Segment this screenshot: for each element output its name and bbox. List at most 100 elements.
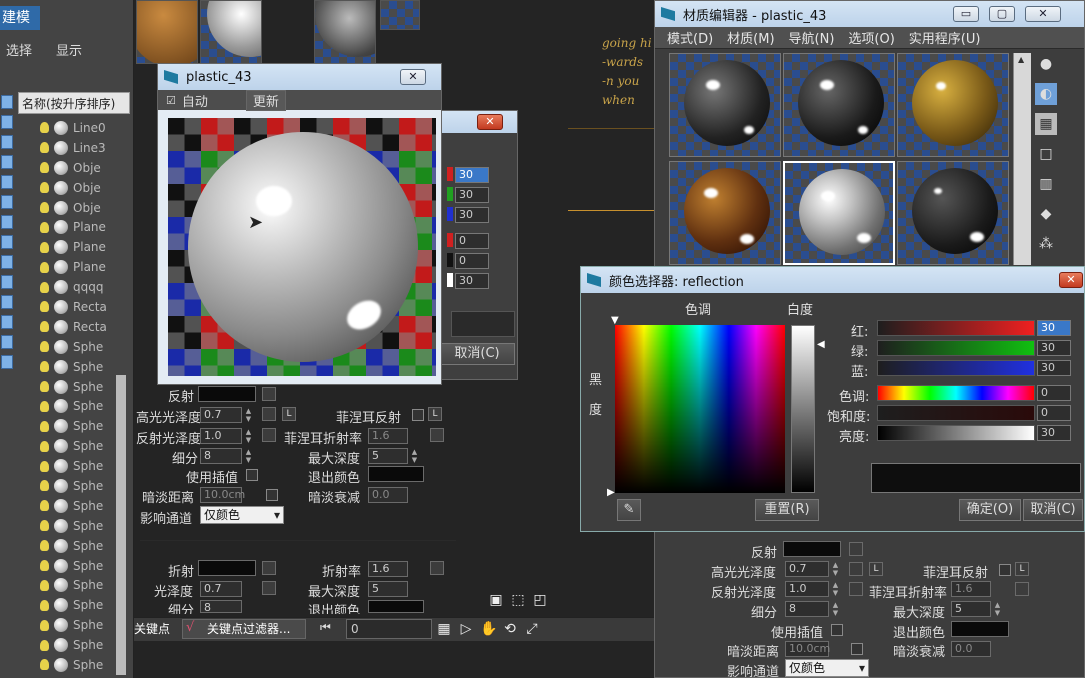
light-bulb-icon[interactable]: [40, 480, 49, 492]
scene-object-row[interactable]: Recta: [18, 317, 128, 337]
hue-field[interactable]: 0: [1037, 385, 1071, 401]
light-bulb-icon[interactable]: [40, 639, 49, 651]
dim-distance-field[interactable]: 10.0cm: [200, 487, 245, 503]
light-bulb-icon[interactable]: [40, 619, 49, 631]
spinner[interactable]: ▲ ▼: [244, 407, 253, 423]
use-interp-checkbox[interactable]: [246, 469, 258, 481]
scene-object-row[interactable]: Sphe: [18, 556, 128, 576]
zoom-extents-icon[interactable]: ▣: [488, 592, 504, 608]
close-button[interactable]: ✕: [1025, 6, 1061, 22]
make-preview-icon[interactable]: ◆: [1035, 203, 1057, 225]
menu-select[interactable]: 选择: [6, 40, 32, 59]
green-field[interactable]: 30: [1037, 340, 1071, 356]
scene-object-row[interactable]: Sphe: [18, 377, 128, 397]
subdivs-field[interactable]: 8: [785, 601, 829, 617]
sample-slot[interactable]: [783, 53, 895, 157]
filter-lights-icon[interactable]: [1, 135, 13, 149]
reflect-gloss-map-button[interactable]: [262, 428, 276, 442]
dim-distance-checkbox[interactable]: [266, 489, 278, 501]
scene-object-row[interactable]: Sphe: [18, 655, 128, 675]
scene-object-row[interactable]: Line0: [18, 118, 128, 138]
hue-blackness-box[interactable]: [615, 325, 785, 493]
orbit-icon[interactable]: ▷: [458, 621, 474, 637]
scene-object-row[interactable]: Sphe: [18, 396, 128, 416]
ior-field[interactable]: 1.6: [368, 561, 408, 577]
sample-slot-active[interactable]: [783, 161, 895, 265]
display-influences-icon[interactable]: [1, 355, 13, 369]
channel-field[interactable]: 30: [455, 167, 489, 183]
blue-slider[interactable]: [877, 360, 1035, 376]
filter-shapes-icon[interactable]: [1, 115, 13, 129]
light-bulb-icon[interactable]: [40, 162, 49, 174]
scene-object-row[interactable]: Sphe: [18, 575, 128, 595]
filter-bones-icon[interactable]: [1, 255, 13, 269]
scene-object-row[interactable]: Recta: [18, 297, 128, 317]
whiteness-marker-icon[interactable]: ◀: [817, 339, 825, 350]
filter-none-icon[interactable]: [1, 295, 13, 309]
highlight-gloss-field[interactable]: 0.7: [785, 561, 829, 577]
refract-color-swatch[interactable]: [198, 560, 256, 576]
cancel-button[interactable]: 取消(C): [439, 343, 515, 365]
highlight-gloss-map-button[interactable]: [262, 407, 276, 421]
red-slider[interactable]: [877, 320, 1035, 336]
ok-button[interactable]: 确定(O): [959, 499, 1021, 521]
eyedropper-icon[interactable]: ✎: [617, 499, 641, 521]
scene-object-row[interactable]: Sphe: [18, 436, 128, 456]
spinner[interactable]: ▲ ▼: [831, 601, 840, 617]
filter-xrefs-icon[interactable]: [1, 235, 13, 249]
highlight-gloss-field[interactable]: 0.7: [200, 407, 242, 423]
green-slider[interactable]: [877, 340, 1035, 356]
light-bulb-icon[interactable]: [40, 560, 49, 572]
spinner[interactable]: ▲ ▼: [410, 448, 419, 464]
slots-scrollbar[interactable]: [1013, 53, 1031, 265]
blue-field[interactable]: 30: [1037, 360, 1071, 376]
reflect-map-button[interactable]: [849, 542, 863, 556]
filter-groups-icon[interactable]: [1, 215, 13, 229]
value-field[interactable]: 30: [1037, 425, 1071, 441]
dim-distance-field[interactable]: 10.0cm: [785, 641, 830, 657]
explorer-scrollbar[interactable]: [116, 375, 126, 675]
light-bulb-icon[interactable]: [40, 341, 49, 353]
filter-helpers-icon[interactable]: [1, 175, 13, 189]
spinner[interactable]: ▲ ▼: [831, 561, 840, 577]
light-bulb-icon[interactable]: [40, 381, 49, 393]
red-field[interactable]: 30: [1037, 320, 1071, 336]
scene-object-row[interactable]: Plane: [18, 237, 128, 257]
light-bulb-icon[interactable]: [40, 182, 49, 194]
light-bulb-icon[interactable]: [40, 202, 49, 213]
scene-object-row[interactable]: Sphe: [18, 635, 128, 655]
channel-field[interactable]: 0: [455, 253, 489, 269]
dim-falloff-field[interactable]: 0.0: [368, 487, 408, 503]
gloss-map-button[interactable]: [262, 581, 276, 595]
scene-object-row[interactable]: Sphe: [18, 337, 128, 357]
reflect-color-swatch[interactable]: [198, 386, 256, 402]
display-children-icon[interactable]: [1, 335, 13, 349]
ior-map-button[interactable]: [430, 561, 444, 575]
light-bulb-icon[interactable]: [40, 659, 49, 671]
menu-item[interactable]: 实用程序(U): [909, 28, 981, 47]
gloss-field[interactable]: 0.7: [200, 581, 242, 597]
scene-object-row[interactable]: Sphe: [18, 456, 128, 476]
menu-item[interactable]: 导航(N): [789, 28, 835, 47]
key-filters-button[interactable]: 关键点过滤器...: [182, 619, 306, 639]
affect-channel-dropdown[interactable]: 仅颜色: [200, 506, 284, 524]
sample-slot[interactable]: [669, 161, 781, 265]
channel-field[interactable]: 30: [455, 187, 489, 203]
light-bulb-icon[interactable]: [40, 460, 49, 472]
max-depth-field[interactable]: 5: [951, 601, 991, 617]
scene-object-row[interactable]: Plane: [18, 217, 128, 237]
channel-field[interactable]: 0: [455, 233, 489, 249]
filter-cameras-icon[interactable]: [1, 155, 13, 169]
saturation-slider[interactable]: [877, 405, 1035, 421]
light-bulb-icon[interactable]: [40, 361, 49, 373]
sample-slot[interactable]: [669, 53, 781, 157]
workspace-title[interactable]: 建模: [0, 6, 40, 30]
fresnel-ior-map-button[interactable]: [430, 428, 444, 442]
fresnel-checkbox[interactable]: [999, 564, 1011, 576]
light-bulb-icon[interactable]: [40, 400, 49, 412]
whiteness-bar[interactable]: [791, 325, 815, 493]
hue-slider[interactable]: [877, 385, 1035, 401]
pan-hand-icon[interactable]: ✋: [480, 621, 497, 637]
lock-l-button[interactable]: L: [282, 407, 296, 421]
scene-object-row[interactable]: Sphe: [18, 595, 128, 615]
